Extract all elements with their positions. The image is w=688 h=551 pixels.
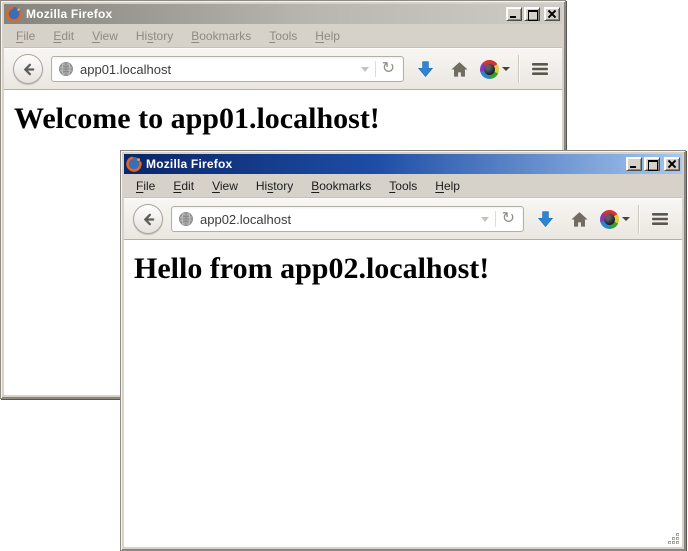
firefox-window-app02: Mozilla Firefox FileEditViewHistoryBookm… bbox=[120, 150, 686, 551]
home-icon bbox=[450, 60, 469, 79]
page-heading: Welcome to app01.localhost! bbox=[14, 102, 552, 136]
download-arrow-icon bbox=[416, 60, 435, 79]
menu-item-file[interactable]: File bbox=[128, 176, 163, 196]
app-menu-button[interactable] bbox=[527, 56, 553, 82]
color-wheel-icon bbox=[600, 210, 619, 229]
chevron-down-icon bbox=[502, 67, 510, 71]
titlebar[interactable]: Mozilla Firefox bbox=[124, 154, 682, 174]
menu-item-help[interactable]: Help bbox=[427, 176, 468, 196]
home-button[interactable] bbox=[446, 56, 472, 82]
navigation-toolbar bbox=[4, 48, 562, 90]
color-wheel-button[interactable] bbox=[480, 60, 510, 79]
desktop: Mozilla Firefox FileEditViewHistoryBookm… bbox=[0, 0, 688, 551]
menu-item-file[interactable]: File bbox=[8, 26, 43, 46]
back-arrow-icon bbox=[141, 212, 156, 227]
chevron-down-icon bbox=[622, 217, 630, 221]
hamburger-icon bbox=[531, 62, 549, 76]
globe-icon bbox=[58, 61, 74, 77]
urlbar-divider bbox=[375, 61, 376, 77]
reload-icon[interactable] bbox=[382, 62, 397, 76]
app-menu-button[interactable] bbox=[647, 206, 673, 232]
maximize-button[interactable] bbox=[524, 7, 540, 21]
urlbar-dropdown-icon[interactable] bbox=[361, 67, 369, 72]
toolbar-separator bbox=[638, 205, 639, 233]
menu-item-help[interactable]: Help bbox=[307, 26, 348, 46]
globe-icon bbox=[178, 211, 194, 227]
reload-icon[interactable] bbox=[502, 212, 517, 226]
url-input[interactable] bbox=[80, 62, 355, 77]
menu-item-history[interactable]: History bbox=[248, 176, 301, 196]
back-button[interactable] bbox=[13, 54, 43, 84]
window-title: Mozilla Firefox bbox=[26, 7, 112, 21]
download-arrow-icon bbox=[536, 210, 555, 229]
menu-item-bookmarks[interactable]: Bookmarks bbox=[183, 26, 259, 46]
back-arrow-icon bbox=[21, 62, 36, 77]
page-content: Hello from app02.localhost! bbox=[124, 240, 682, 547]
firefox-logo-icon bbox=[126, 156, 142, 172]
urlbar-dropdown-icon[interactable] bbox=[481, 217, 489, 222]
urlbar-divider bbox=[495, 211, 496, 227]
window-controls bbox=[506, 7, 560, 21]
back-button[interactable] bbox=[133, 204, 163, 234]
home-button[interactable] bbox=[566, 206, 592, 232]
toolbar-separator bbox=[518, 55, 519, 83]
close-button[interactable] bbox=[664, 157, 680, 171]
menu-bar: FileEditViewHistoryBookmarksToolsHelp bbox=[4, 24, 562, 48]
close-button[interactable] bbox=[544, 7, 560, 21]
download-button[interactable] bbox=[412, 56, 438, 82]
resize-grip[interactable] bbox=[667, 532, 680, 545]
url-input[interactable] bbox=[200, 212, 475, 227]
color-wheel-button[interactable] bbox=[600, 210, 630, 229]
navigation-toolbar bbox=[124, 198, 682, 240]
menu-item-history[interactable]: History bbox=[128, 26, 181, 46]
hamburger-icon bbox=[651, 212, 669, 226]
titlebar[interactable]: Mozilla Firefox bbox=[4, 4, 562, 24]
download-button[interactable] bbox=[532, 206, 558, 232]
menu-item-view[interactable]: View bbox=[204, 176, 246, 196]
maximize-button[interactable] bbox=[644, 157, 660, 171]
menu-item-view[interactable]: View bbox=[84, 26, 126, 46]
menu-bar: FileEditViewHistoryBookmarksToolsHelp bbox=[124, 174, 682, 198]
url-bar[interactable] bbox=[51, 56, 404, 82]
menu-item-tools[interactable]: Tools bbox=[381, 176, 425, 196]
minimize-button[interactable] bbox=[506, 7, 522, 21]
menu-item-bookmarks[interactable]: Bookmarks bbox=[303, 176, 379, 196]
firefox-logo-icon bbox=[6, 6, 22, 22]
home-icon bbox=[570, 210, 589, 229]
url-bar[interactable] bbox=[171, 206, 524, 232]
color-wheel-icon bbox=[480, 60, 499, 79]
window-title: Mozilla Firefox bbox=[146, 157, 232, 171]
menu-item-tools[interactable]: Tools bbox=[261, 26, 305, 46]
window-controls bbox=[626, 157, 680, 171]
page-heading: Hello from app02.localhost! bbox=[134, 252, 672, 286]
menu-item-edit[interactable]: Edit bbox=[165, 176, 202, 196]
menu-item-edit[interactable]: Edit bbox=[45, 26, 82, 46]
minimize-button[interactable] bbox=[626, 157, 642, 171]
